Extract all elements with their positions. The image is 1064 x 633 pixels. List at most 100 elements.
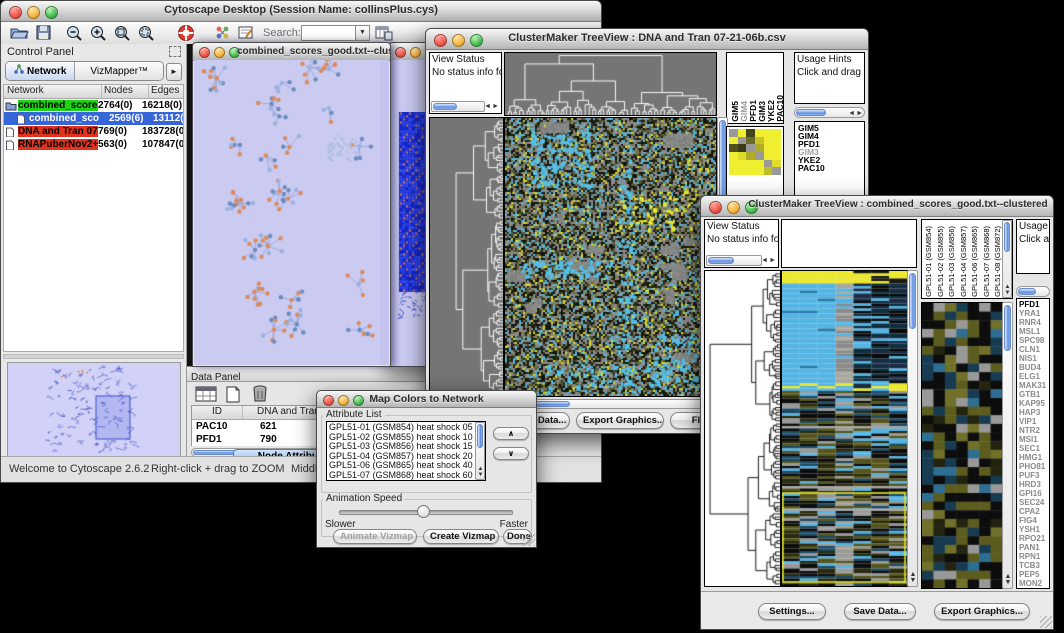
minimize-button[interactable] <box>727 201 740 214</box>
gene-list-item[interactable]: KAP95 <box>1019 399 1049 408</box>
tv1-row-dendrogram[interactable] <box>429 117 504 397</box>
gene-list-item[interactable]: MON2 <box>1019 579 1049 588</box>
tv2-collabel-scrollbar[interactable]: ▲▼ <box>1002 220 1012 298</box>
gene-list-item[interactable]: PHO81 <box>1019 462 1049 471</box>
scroll-right-arrow[interactable]: ► <box>769 257 776 264</box>
matrix-cell[interactable] <box>772 144 781 152</box>
gene-list-item[interactable]: BUD4 <box>1019 363 1049 372</box>
panel-splitter[interactable] <box>3 354 184 359</box>
open-folder-icon[interactable] <box>9 24 29 46</box>
matrix-cell[interactable] <box>772 167 781 175</box>
tv1-detail-matrix[interactable] <box>729 129 781 175</box>
matrix-cell[interactable] <box>746 160 755 168</box>
gene-list-item[interactable]: PUF3 <box>1019 471 1049 480</box>
scroll-right-arrow[interactable]: ► <box>856 110 863 117</box>
treeview1-title-bar[interactable]: ClusterMaker TreeView : DNA and Tran 07-… <box>426 29 868 50</box>
matrix-cell[interactable] <box>755 144 764 152</box>
network-view-canvas[interactable] <box>194 60 389 365</box>
close-button[interactable] <box>709 201 722 214</box>
id-column-header[interactable]: ID <box>192 406 243 419</box>
tv2-column-dendrogram-area[interactable] <box>781 219 917 268</box>
tv2-row-dendrogram[interactable] <box>704 270 781 587</box>
gene-list-item[interactable]: TCB3 <box>1019 561 1049 570</box>
gene-list-item[interactable]: ELG1 <box>1019 372 1049 381</box>
scroll-arrows[interactable]: ▲▼ <box>477 466 484 478</box>
gene-list-item[interactable]: CPA2 <box>1019 507 1049 516</box>
create-vizmap-button[interactable]: Create Vizmap <box>423 529 499 544</box>
tv1-global-heatmap[interactable] <box>504 117 717 397</box>
column-label[interactable]: GIM3 <box>757 101 765 122</box>
gene-list-item[interactable]: YSH1 <box>1019 525 1049 534</box>
matrix-cell[interactable] <box>738 160 747 168</box>
matrix-cell[interactable] <box>772 129 781 137</box>
tab-vizmapper[interactable]: VizMapper™ <box>74 62 163 80</box>
resize-grip[interactable] <box>523 534 535 546</box>
matrix-cell[interactable] <box>764 152 773 160</box>
gene-list-item[interactable]: HRD3 <box>1019 480 1049 489</box>
gene-list-item[interactable]: CLN1 <box>1019 345 1049 354</box>
settings-button[interactable]: Settings... <box>758 603 826 620</box>
gene-list-item[interactable]: MAK31 <box>1019 381 1049 390</box>
dense-network-block[interactable] <box>398 112 428 322</box>
col-header-nodes[interactable]: Nodes <box>102 85 149 98</box>
matrix-cell[interactable] <box>729 160 738 168</box>
column-label[interactable]: YKE2 <box>766 100 774 122</box>
gene-list-item[interactable]: GPI16 <box>1019 489 1049 498</box>
attribute-list[interactable]: GPL51-01 (GSM854) heat shock 05 minGPL51… <box>326 421 486 481</box>
scroll-left-arrow[interactable]: ◄ <box>848 110 855 117</box>
tab-network[interactable]: Network <box>6 62 74 80</box>
column-label[interactable]: GPL51-03 (GSM856) <box>947 226 959 297</box>
search-dropdown-button[interactable]: ▼ <box>355 25 370 41</box>
matrix-cell[interactable] <box>772 137 781 145</box>
move-down-button[interactable]: ∨ <box>493 447 529 460</box>
network-tree-row[interactable]: RNAPuberNov2+563(0)107847(0) <box>4 138 183 151</box>
matrix-cell[interactable] <box>738 144 747 152</box>
network-tree-list[interactable]: Network Nodes Edges combined_scores_2764… <box>3 84 184 352</box>
scroll-left-arrow[interactable]: ◄ <box>761 257 768 264</box>
gene-list-item[interactable]: VIP1 <box>1019 417 1049 426</box>
tab-overflow-button[interactable]: ► <box>166 63 182 81</box>
scroll-left-arrow[interactable]: ◄ <box>484 103 491 110</box>
matrix-cell[interactable] <box>755 167 764 175</box>
gene-list-item[interactable]: NIS1 <box>1019 354 1049 363</box>
tv1-column-labels[interactable]: GIM5GIM4PFD1GIM3YKE2PAC10 <box>726 52 784 124</box>
gene-list-item[interactable]: SEC24 <box>1019 498 1049 507</box>
scroll-arrows[interactable]: ▲▼ <box>1004 574 1012 586</box>
column-label[interactable]: GIM4 <box>739 101 747 122</box>
attribute-list-scrollbar[interactable]: ▲▼ <box>475 422 485 480</box>
gene-list-item[interactable]: FIG4 <box>1019 516 1049 525</box>
col-header-edges[interactable]: Edges <box>149 85 183 98</box>
treeview2-title-bar[interactable]: ClusterMaker TreeView : combined_scores_… <box>701 196 1053 217</box>
move-up-button[interactable]: ∧ <box>493 427 529 440</box>
tv2-detail-heatmap[interactable] <box>921 302 1003 589</box>
gene-list-item[interactable]: MSL1 <box>1019 327 1049 336</box>
matrix-cell[interactable] <box>738 137 747 145</box>
gene-list-item[interactable]: PFD1 <box>1019 300 1049 309</box>
gene-list-item[interactable]: HMG1 <box>1019 453 1049 462</box>
network-tree-row[interactable]: combined_scores_2764(0)16218(0) <box>4 99 183 112</box>
col-header-network[interactable]: Network <box>4 85 102 98</box>
matrix-cell[interactable] <box>764 144 773 152</box>
matrix-cell[interactable] <box>746 129 755 137</box>
matrix-cell[interactable] <box>729 137 738 145</box>
row-label[interactable]: PAC10 <box>798 164 864 172</box>
export-graphics-button[interactable]: Export Graphics... <box>934 603 1030 620</box>
matrix-cell[interactable] <box>755 137 764 145</box>
column-label[interactable]: GIM5 <box>730 101 738 122</box>
float-panel-icon[interactable] <box>169 46 181 57</box>
gene-list-item[interactable]: RNR4 <box>1019 318 1049 327</box>
matrix-cell[interactable] <box>746 137 755 145</box>
main-title-bar[interactable]: Cytoscape Desktop (Session Name: collins… <box>1 1 601 22</box>
column-label[interactable]: GPL51-06 (GSM865) <box>970 226 982 297</box>
matrix-cell[interactable] <box>738 152 747 160</box>
matrix-cell[interactable] <box>755 152 764 160</box>
scroll-arrows[interactable]: ▲▼ <box>1004 284 1011 296</box>
attribute-item[interactable]: GPL51-07 (GSM868) heat shock 60 min <box>329 471 483 481</box>
network-title-bar[interactable]: combined_scores_good.txt--cluste... <box>193 43 390 61</box>
matrix-cell[interactable] <box>755 129 764 137</box>
matrix-cell[interactable] <box>746 167 755 175</box>
matrix-cell[interactable] <box>755 160 764 168</box>
close-button[interactable] <box>199 47 210 58</box>
animate-vizmap-button[interactable]: Animate Vizmap <box>333 529 417 544</box>
matrix-cell[interactable] <box>729 167 738 175</box>
